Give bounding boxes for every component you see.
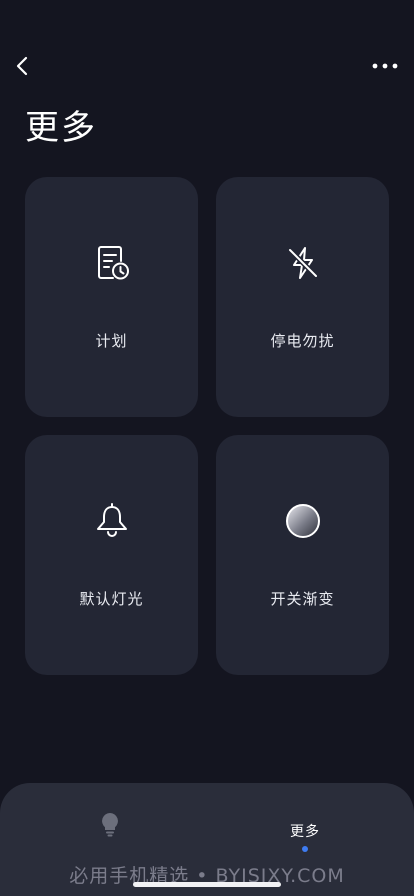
schedule-card[interactable]: 计划 [25, 177, 198, 417]
switch-gradient-label: 开关渐变 [270, 590, 335, 608]
default-light-label: 默认灯光 [79, 590, 144, 608]
schedule-document-clock-icon [92, 243, 132, 283]
flash-off-icon [283, 243, 323, 283]
bell-icon [92, 501, 132, 541]
switch-gradient-card[interactable]: 开关渐变 [216, 435, 389, 675]
more-horizontal-icon [372, 63, 398, 69]
power-outage-dnd-label: 停电勿扰 [270, 332, 335, 350]
lightbulb-icon [102, 813, 118, 837]
chevron-left-icon [16, 56, 28, 76]
feature-grid: 计划 停电勿扰 默认灯光 开关渐变 [25, 177, 389, 675]
power-outage-dnd-card[interactable]: 停电勿扰 [216, 177, 389, 417]
default-light-card[interactable]: 默认灯光 [25, 435, 198, 675]
active-tab-indicator [302, 846, 308, 852]
home-indicator [133, 882, 281, 887]
back-button[interactable] [10, 52, 34, 80]
schedule-label: 计划 [95, 332, 128, 350]
gradient-circle-icon [283, 501, 323, 541]
tab-light[interactable] [70, 811, 150, 861]
more-options-button[interactable] [370, 54, 400, 78]
top-bar [0, 0, 414, 100]
tab-more-label: 更多 [290, 824, 320, 840]
tab-more[interactable]: 更多 [265, 811, 345, 861]
page-title: 更多 [25, 108, 97, 148]
